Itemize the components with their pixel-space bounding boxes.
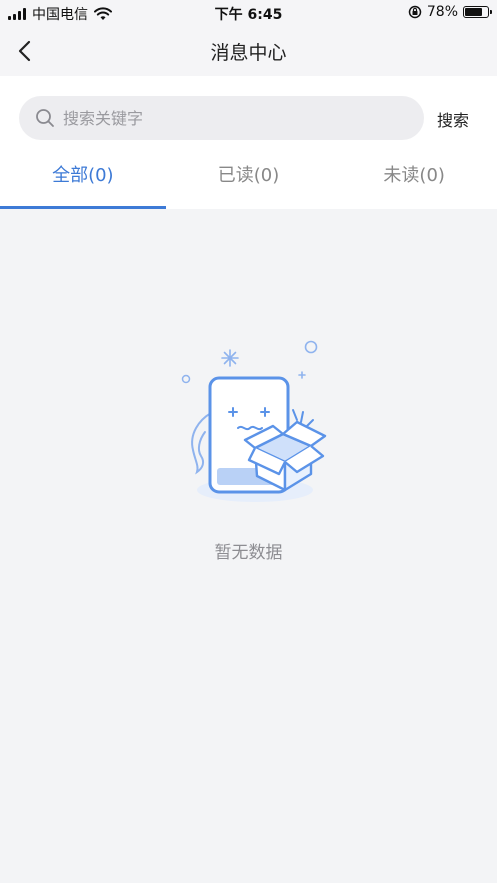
nav-bar: 消息中心 <box>0 26 497 76</box>
empty-state-message: 暂无数据 <box>214 543 283 563</box>
message-tabs: 全部(0) 已读(0) 未读(0) <box>0 146 497 209</box>
search-area: 搜索 <box>0 76 497 146</box>
battery-percent: 78% <box>426 4 458 20</box>
search-box[interactable] <box>19 96 424 140</box>
tab-read[interactable]: 已读(0) <box>166 146 332 209</box>
tab-unread[interactable]: 未读(0) <box>331 146 497 209</box>
battery-icon <box>463 6 492 18</box>
rotation-lock-icon <box>408 5 422 19</box>
battery-fill <box>465 8 483 16</box>
empty-box-illustration <box>181 340 327 502</box>
search-icon <box>36 109 54 127</box>
page-title: 消息中心 <box>210 42 287 64</box>
status-right: 78% <box>408 4 492 20</box>
search-button[interactable]: 搜索 <box>437 107 469 131</box>
status-bar: 中国电信 下午 6:45 78% <box>0 0 497 26</box>
tab-all[interactable]: 全部(0) <box>0 146 166 209</box>
search-input[interactable] <box>63 108 383 128</box>
